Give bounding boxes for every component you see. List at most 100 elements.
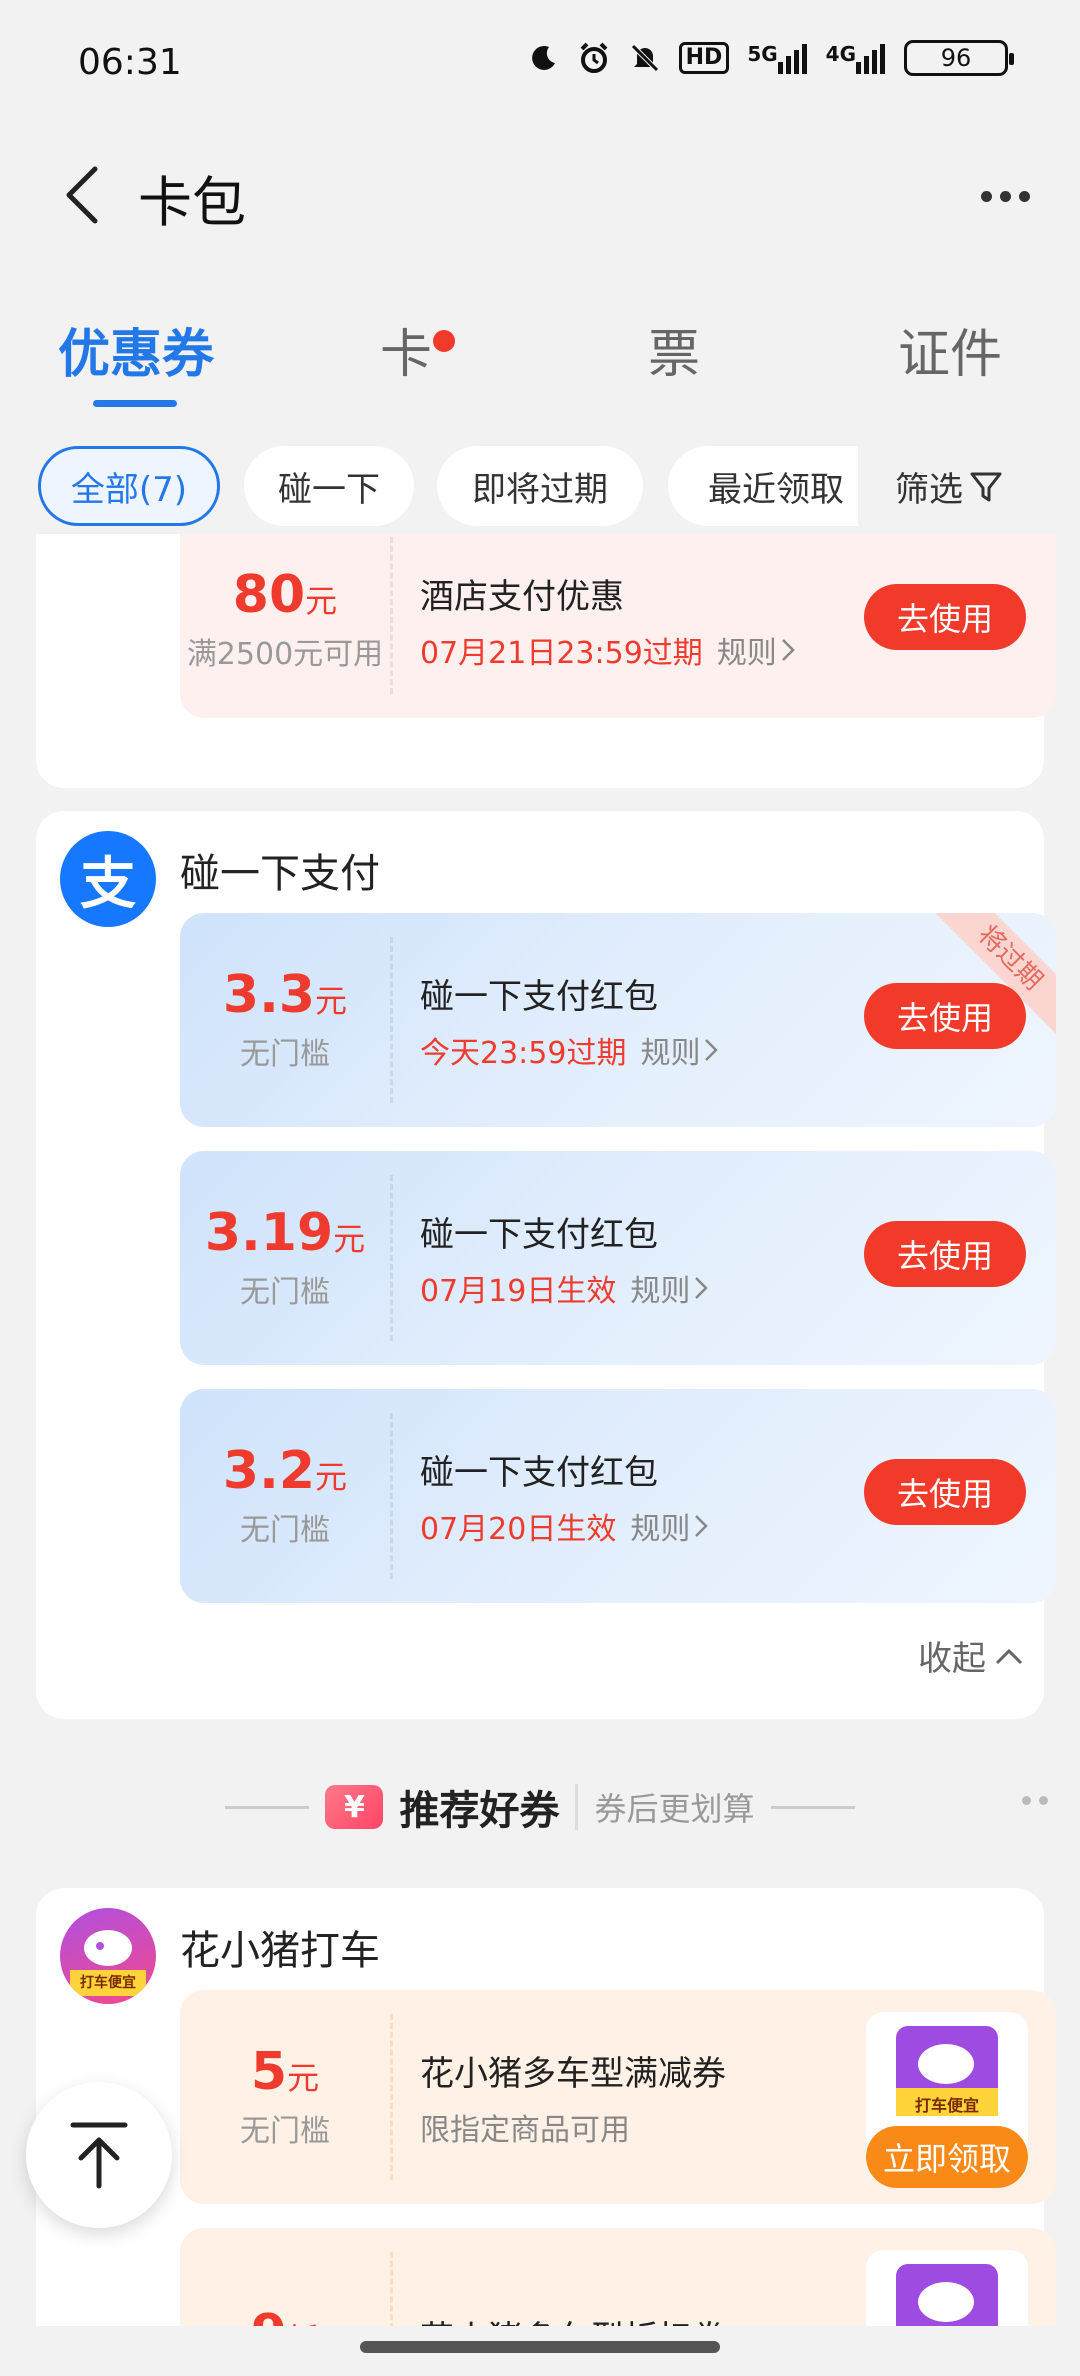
coupon-meta: 07月21日23:59过期 规则 [420,628,795,672]
mute-icon [629,42,661,74]
chip-expiring[interactable]: 即将过期 [437,446,643,526]
home-indicator[interactable] [360,2341,720,2353]
rule-label: 规则 [640,1035,701,1071]
use-button[interactable]: 去使用 [864,983,1026,1049]
recommend-title: 推荐好券 [399,1788,560,1834]
coupon-item[interactable]: 3.19元 无门槛 碰一下支付红包 07月19日生效 规则 去使用 [180,1151,1056,1365]
coupon-item[interactable]: 3.3元 无门槛 碰一下支付红包 今天23:59过期 规则 将过期 去使用 [180,913,1056,1127]
coupon-item[interactable]: 80元 满2500元可用 酒店支付优惠 07月21日23:59过期 规则 去使用 [180,534,1056,718]
coupon-item[interactable]: 3.2元 无门槛 碰一下支付红包 07月20日生效 规则 去使用 [180,1389,1056,1603]
coupon-expiry: 07月19日生效 [420,1273,617,1309]
tab-active-indicator [93,400,177,407]
back-button[interactable] [48,160,118,230]
page-title: 卡包 [138,171,246,234]
coupon-rule-link[interactable]: 规则 [630,1266,709,1310]
amount-unit: 元 [305,582,338,621]
coupon-scope: 限指定商品可用 [420,2112,630,2148]
more-dot-icon [1018,190,1030,202]
coupon-amount-block: 5元 无门槛 [180,1990,390,2204]
amount-unit: 元 [333,1220,366,1259]
claim-button[interactable]: 立即领取 [866,2126,1028,2188]
tab-ids[interactable]: 证件 [898,312,1002,387]
collapse-button[interactable]: 收起 [918,1631,1024,1680]
coupon-name: 碰一下支付红包 [420,1452,658,1493]
coupon-rule-link[interactable]: 规则 [640,1028,719,1072]
tab-coupons[interactable]: 优惠券 [58,312,214,387]
use-button[interactable]: 去使用 [864,1459,1026,1525]
use-button[interactable]: 去使用 [864,1221,1026,1287]
coupon-amount-block: 3.3元 无门槛 [180,913,390,1127]
coupon-amount: 3.19元 [205,1205,365,1262]
recommend-more-button[interactable] [1022,1796,1048,1805]
hotel-coupon-card: 80元 满2500元可用 酒店支付优惠 07月21日23:59过期 规则 去使用 [36,534,1056,788]
coupon-divider [390,2252,393,2326]
filter-label: 筛选 [895,470,963,510]
coupon-divider [390,1175,393,1341]
coupon-amount-block: 3.2元 无门槛 [180,1389,390,1603]
funnel-icon [970,472,1002,501]
coupon-list[interactable]: 80元 满2500元可用 酒店支付优惠 07月21日23:59过期 规则 去使用… [0,534,1080,2326]
coupon-amount-block: 3.19元 无门槛 [180,1151,390,1365]
amount-unit: 元 [315,1458,348,1497]
amount-value: 9 [251,2304,287,2326]
back-arrow-icon [66,166,98,224]
image-label: 打车便宜 [914,2096,979,2115]
coupon-amount-block: 9折 [180,2228,390,2326]
yen-coupon-icon: ¥ [325,1785,384,1829]
chevron-right-icon [705,1038,719,1061]
coupon-condition: 无门槛 [240,1036,330,1072]
use-button[interactable]: 去使用 [864,584,1026,650]
chip-recent[interactable]: 最近领取 [668,446,858,526]
battery-icon: 96 [904,40,1014,76]
filter-button[interactable]: 筛选 [895,462,1003,511]
recommend-header: ¥ 推荐好券 券后更划算 [0,1772,1080,1842]
coupon-condition: 满2500元可用 [186,636,384,672]
coupon-info: 花小猪多车型折扣券 [420,2228,726,2327]
arrow-up-icon [70,2122,128,2189]
coupon-expiry: 今天23:59过期 [420,1035,627,1071]
merchant-name: 碰一下支付 [180,851,380,897]
huaxiaozhu-logo-icon: 打车便宜 [60,1908,156,2004]
scroll-to-top-button[interactable] [26,2082,172,2228]
more-dot-icon [980,190,992,202]
coupon-meta: 07月19日生效 规则 [420,1266,709,1310]
4g-signal-icon: 4G [826,42,886,74]
coupon-amount: 5元 [251,2044,319,2101]
coupon-divider [390,937,393,1103]
chip-all[interactable]: 全部(7) [38,446,220,526]
coupon-item[interactable]: 9折 花小猪多车型折扣券 [180,2228,1056,2326]
coupon-divider [390,1413,393,1579]
pig-product-icon [896,2264,998,2326]
status-icons: HD 5G 4G 96 [529,40,1014,76]
coupon-name: 碰一下支付红包 [420,976,658,1017]
coupon-condition: 无门槛 [240,1274,330,1310]
coupon-item[interactable]: 5元 无门槛 花小猪多车型满减券 限指定商品可用 打车便宜 立即领取 [180,1990,1056,2204]
more-options-button[interactable] [970,170,1040,222]
4g-label: 4G [825,42,856,66]
alipay-logo-glyph: 支 [80,851,136,917]
rule-label: 规则 [630,1511,691,1547]
tab-cards[interactable]: 卡 [380,312,432,387]
coupon-info: 酒店支付优惠 07月21日23:59过期 规则 [420,534,795,718]
amount-value: 3.19 [204,1203,334,1264]
tab-tickets[interactable]: 票 [648,312,700,387]
rule-label: 规则 [630,1273,691,1309]
coupon-meta: 今天23:59过期 规则 [420,1028,719,1072]
coupon-rule-link[interactable]: 规则 [630,1504,709,1548]
moon-icon [529,43,559,73]
coupon-amount: 3.2元 [223,1443,347,1500]
chevron-right-icon [695,1276,709,1299]
rule-label: 规则 [716,635,777,671]
coupon-info: 碰一下支付红包 今天23:59过期 规则 [420,913,719,1127]
coupon-name: 花小猪多车型满减券 [420,2053,726,2094]
coupon-rule-link[interactable]: 规则 [717,628,795,672]
chevron-right-icon [781,638,795,661]
battery-level: 96 [940,44,972,72]
coupon-condition: 无门槛 [240,1512,330,1548]
tab-bar: 优惠券 卡 票 证件 [0,300,1080,410]
coupon-amount: 9折 [251,2306,319,2326]
coupon-divider [390,2014,393,2180]
chip-pengyixia[interactable]: 碰一下 [244,446,414,526]
filter-chips: 全部(7) 碰一下 即将过期 最近领取 筛选 [0,442,1080,528]
more-dot-icon [1022,1796,1031,1805]
